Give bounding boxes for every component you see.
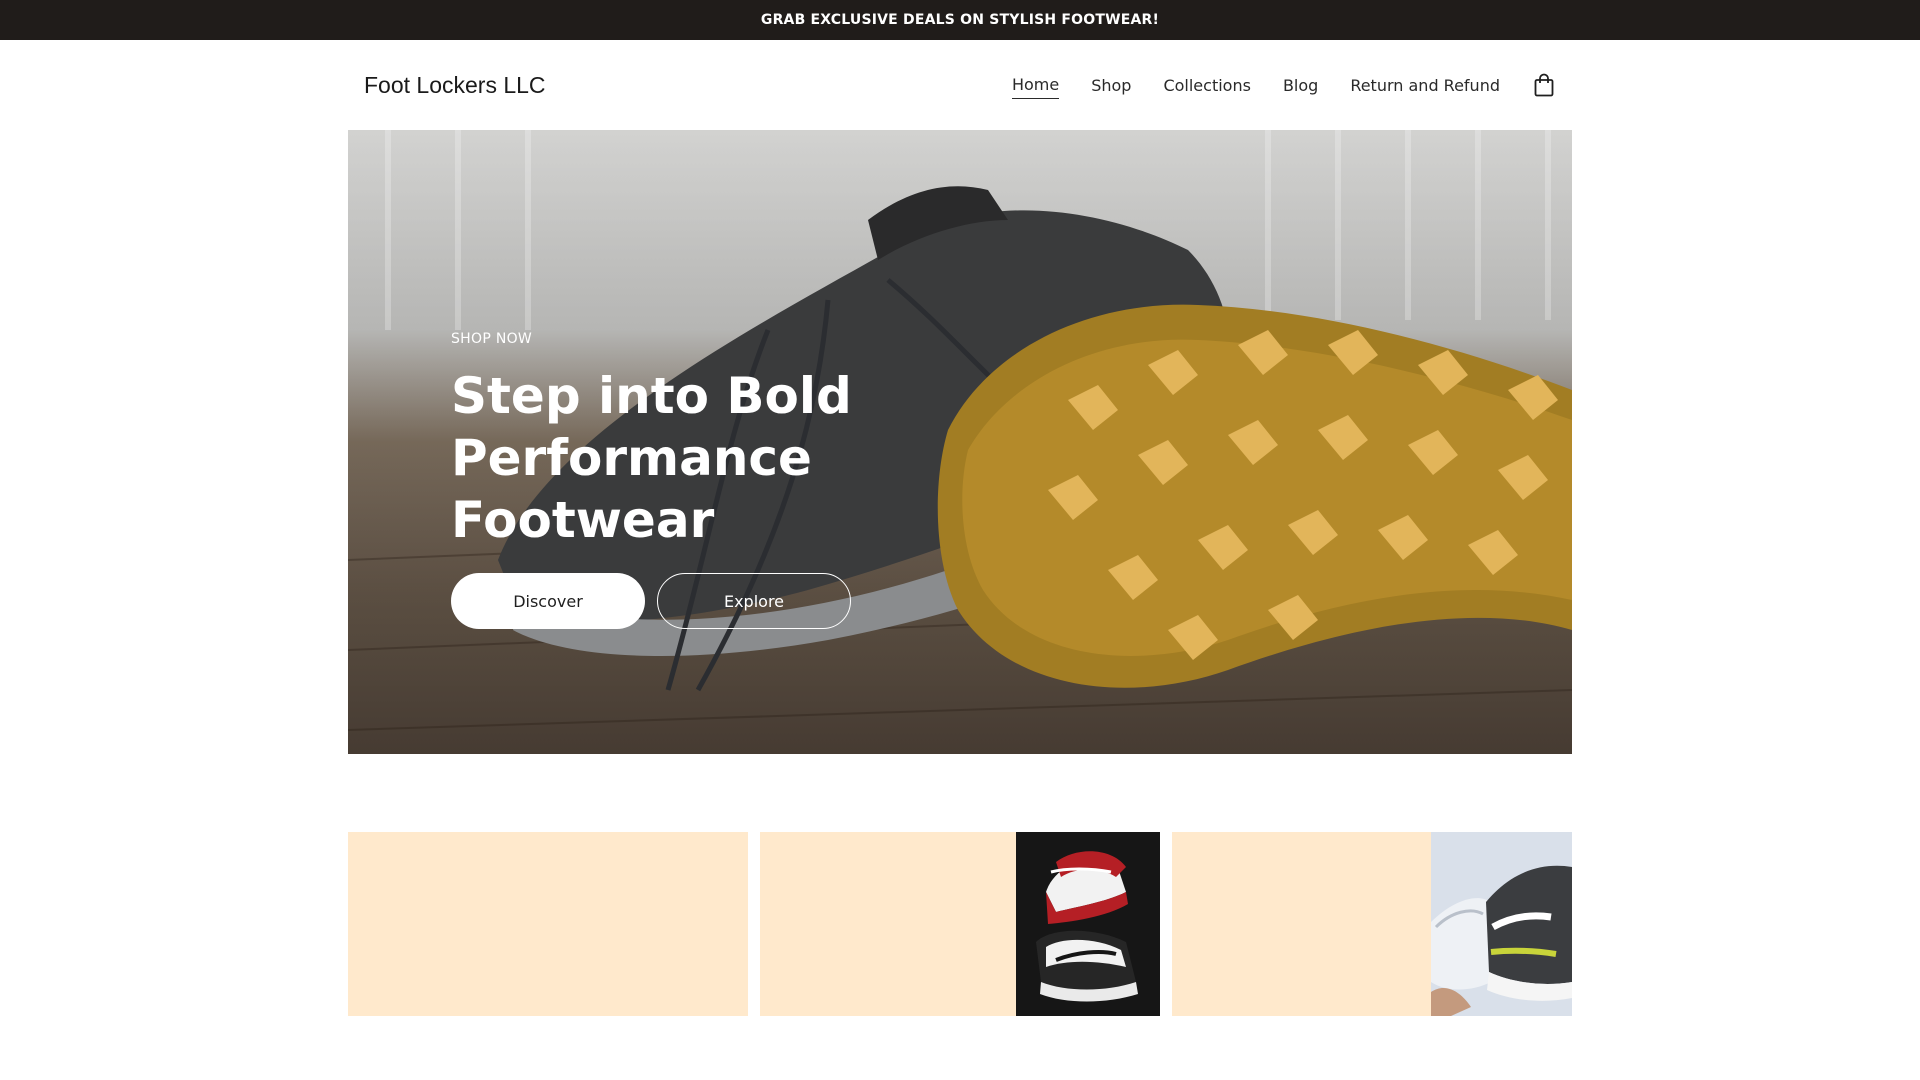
hero-content: SHOP NOW Step into Bold Performance Foot… (451, 331, 971, 629)
explore-button[interactable]: Explore (657, 573, 851, 629)
nav-collections[interactable]: Collections (1163, 72, 1250, 99)
discover-button[interactable]: Discover (451, 573, 645, 629)
collection-cards (348, 832, 1572, 1016)
main-nav: Home Shop Collections Blog Return and Re… (980, 71, 1556, 99)
collection-card-1[interactable] (348, 832, 748, 1016)
nav-shop[interactable]: Shop (1091, 72, 1131, 99)
announcement-text: GRAB EXCLUSIVE DEALS ON STYLISH FOOTWEAR… (760, 12, 1160, 28)
announcement-bar: GRAB EXCLUSIVE DEALS ON STYLISH FOOTWEAR… (0, 0, 1920, 40)
sneaker-image (1431, 832, 1572, 1016)
hero-kicker: SHOP NOW (451, 331, 533, 347)
hero-headline: Step into Bold Performance Footwear (451, 367, 852, 549)
site-header: Foot Lockers LLC Home Shop Collections B… (348, 40, 1572, 130)
nav-return-and-refund[interactable]: Return and Refund (1350, 72, 1500, 99)
collection-card-2[interactable] (760, 832, 1160, 1016)
sneaker-image (1016, 832, 1160, 1016)
site-logo[interactable]: Foot Lockers LLC (364, 72, 546, 99)
hero-banner: SHOP NOW Step into Bold Performance Foot… (348, 130, 1572, 754)
nav-blog[interactable]: Blog (1283, 72, 1318, 99)
shopping-bag-icon[interactable] (1534, 72, 1556, 98)
collection-card-3[interactable] (1172, 832, 1572, 1016)
hero-buttons: Discover Explore (451, 573, 971, 629)
nav-home[interactable]: Home (1011, 71, 1060, 99)
